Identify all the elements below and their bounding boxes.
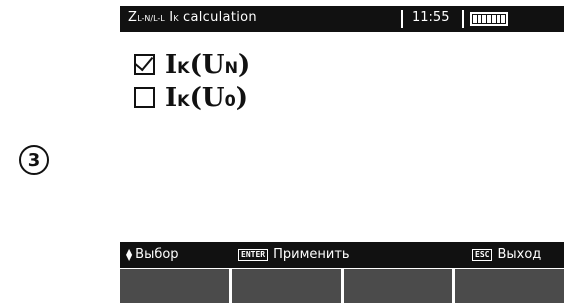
clock: 11:55: [412, 10, 450, 25]
title-separator: [401, 10, 403, 28]
function-keys: [120, 269, 564, 303]
title-separator: [462, 10, 464, 28]
title-bar: ZL-N/L-L IK calculation 11:55: [120, 6, 564, 32]
option-list: IK(UN) IK(U0): [134, 48, 250, 114]
apply-hint: ENTER Применить: [238, 247, 350, 262]
function-key-1[interactable]: [120, 269, 229, 303]
hint-bar: ▲ ▼ Выбор ENTER Применить ESC Выход: [120, 242, 564, 268]
option-ik-u0[interactable]: IK(U0): [134, 81, 250, 114]
checkbox-unchecked-icon[interactable]: [134, 87, 155, 108]
option-label: IK(U0): [165, 82, 249, 113]
checkbox-checked-icon[interactable]: [134, 51, 155, 75]
screen-title: ZL-N/L-L IK calculation: [128, 10, 257, 25]
exit-hint: ESC Выход: [472, 247, 541, 262]
function-key-2[interactable]: [231, 269, 341, 303]
up-down-arrows-icon: ▲ ▼: [126, 246, 133, 262]
function-key-4[interactable]: [455, 269, 564, 303]
enter-key-icon: ENTER: [238, 248, 269, 261]
esc-key-icon: ESC: [472, 248, 493, 261]
battery-full-icon: [470, 12, 508, 26]
step-number-badge: 3: [19, 145, 49, 175]
option-ik-un[interactable]: IK(UN): [134, 48, 250, 81]
function-key-3[interactable]: [343, 269, 453, 303]
meter-screen: ZL-N/L-L IK calculation 11:55 IK(UN) IK(…: [118, 0, 566, 305]
option-label: IK(UN): [165, 49, 251, 80]
select-hint: ▲ ▼ Выбор: [126, 246, 179, 262]
